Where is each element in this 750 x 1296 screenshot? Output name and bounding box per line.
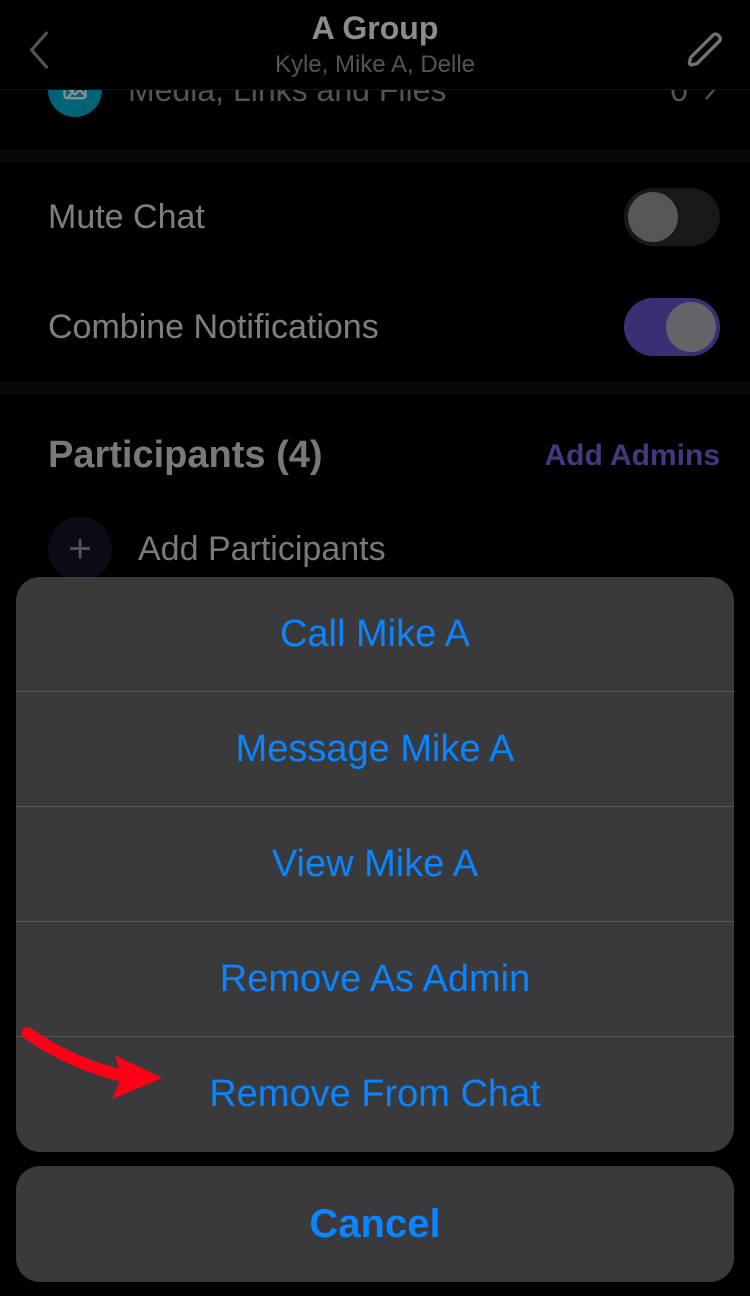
sheet-view[interactable]: View Mike A [16, 807, 734, 922]
sheet-call[interactable]: Call Mike A [16, 577, 734, 692]
sheet-message[interactable]: Message Mike A [16, 692, 734, 807]
action-sheet: Call Mike A Message Mike A View Mike A R… [16, 577, 734, 1282]
annotation-arrow-icon [0, 1018, 190, 1108]
sheet-cancel[interactable]: Cancel [16, 1166, 734, 1282]
